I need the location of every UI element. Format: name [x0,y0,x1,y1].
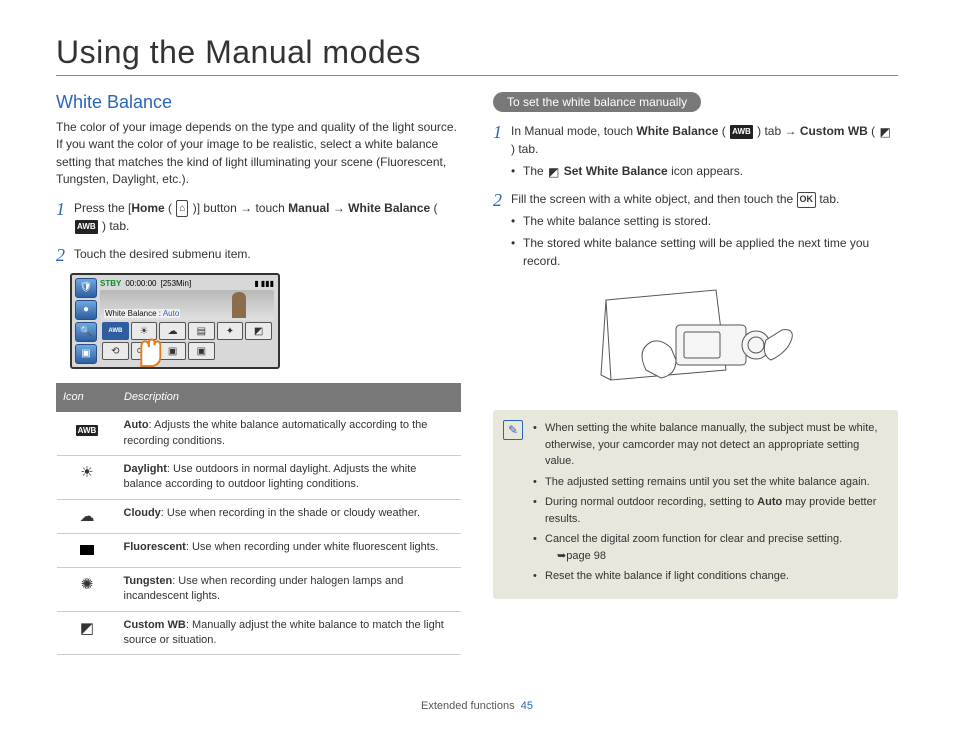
lcd-shield-icon: 🛡 [75,278,97,298]
set-wb-icon: ◩ [548,166,559,178]
row-desc: Auto: Adjusts the white balance automati… [118,412,461,456]
lcd-screenshot: 🛡 ● 🔍 ▣ STBY 00:00:00 [253Min] ▮ ▮▮▮ [70,273,280,369]
table-row: ☁Cloudy: Use when recording in the shade… [57,499,461,533]
lcd-mode-icon: ● [75,300,97,320]
opt-cwb-icon: ◩ [245,322,272,340]
left-column: White Balance The color of your image de… [56,88,461,655]
row-icon [57,533,118,567]
table-row: Fluorescent: Use when recording under wh… [57,533,461,567]
opt-misc1-icon: ⟲ [102,342,129,360]
note-icon: ✎ [503,420,523,440]
step-1: Press the [Home ( ⌂ )] button → touch Ma… [56,199,461,235]
icon-description-table: Icon Description AWBAuto: Adjusts the wh… [56,383,461,656]
note-item: During normal outdoor recording, setting… [533,494,886,527]
row-icon: ◩ [57,611,118,655]
hands-camera-illustration [576,280,816,400]
opt-awb-icon: AWB [102,322,129,340]
table-row: ◩Custom WB: Manually adjust the white ba… [57,611,461,655]
section-heading: White Balance [56,92,461,113]
row-icon: ☀ [57,456,118,500]
lcd-preview: White Balance : Auto [100,290,274,320]
row-desc: Fluorescent: Use when recording under wh… [118,533,461,567]
awb-icon: AWB [75,220,98,234]
row-desc: Cloudy: Use when recording in the shade … [118,499,461,533]
table-row: ✺Tungsten: Use when recording under halo… [57,567,461,611]
lcd-time: 00:00:00 [125,279,156,288]
manual-step-2: Fill the screen with a white object, and… [493,190,898,270]
intro-paragraph: The color of your image depends on the t… [56,119,461,189]
awb-icon: AWB [730,125,753,139]
col-icon: Icon [57,383,118,411]
lcd-play-icon: ▣ [75,344,97,364]
note-item: Reset the white balance if light conditi… [533,568,886,585]
step-2: Touch the desired submenu item. [56,245,461,263]
note-item: When setting the white balance manually,… [533,420,886,470]
table-header: Icon Description [57,383,461,411]
home-icon: ⌂ [176,200,188,217]
lcd-zoom-icon: 🔍 [75,322,97,342]
lcd-card-icon: ▮ [254,279,258,288]
table-row: AWBAuto: Adjusts the white balance autom… [57,412,461,456]
lcd-remain: [253Min] [160,279,191,288]
subsection-pill: To set the white balance manually [493,92,701,112]
row-icon: AWB [57,412,118,456]
note-box: ✎ When setting the white balance manuall… [493,410,898,599]
note-item: Cancel the digital zoom function for cle… [533,531,886,564]
row-icon: ☁ [57,499,118,533]
row-desc: Custom WB: Manually adjust the white bal… [118,611,461,655]
row-icon: ✺ [57,567,118,611]
opt-tung-icon: ✦ [217,322,244,340]
hand-pointer-icon [128,330,166,368]
custom-wb-icon: ◩ [879,126,890,138]
opt-fluor-icon: ▤ [188,322,215,340]
page-title: Using the Manual modes [56,34,898,76]
opt-more-icon: ▣ [188,342,215,360]
col-desc: Description [118,383,461,411]
ok-icon: OK [797,192,817,208]
lcd-stby: STBY [100,279,121,288]
row-desc: Tungsten: Use when recording under halog… [118,567,461,611]
lcd-battery-icon: ▮▮▮ [261,279,274,288]
page-footer: Extended functions 45 [0,700,954,712]
right-column: To set the white balance manually In Man… [493,88,898,655]
note-item: The adjusted setting remains until you s… [533,474,886,491]
row-desc: Daylight: Use outdoors in normal dayligh… [118,456,461,500]
table-row: ☀Daylight: Use outdoors in normal daylig… [57,456,461,500]
manual-step-1: In Manual mode, touch White Balance ( AW… [493,122,898,180]
